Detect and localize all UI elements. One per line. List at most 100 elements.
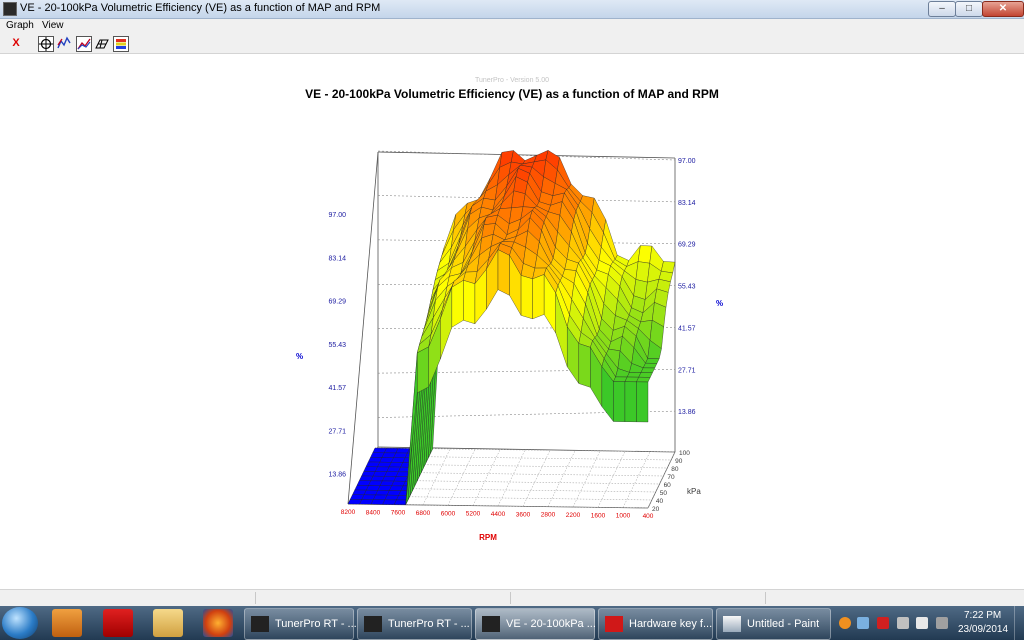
x-tick-label: 6000 (441, 510, 456, 517)
surface-skirt (532, 274, 545, 320)
y-tick-label: 80 (671, 466, 679, 473)
y-tick-label: 40 (656, 498, 664, 505)
x-tick-label: 8200 (341, 509, 356, 516)
start-button[interactable] (2, 607, 38, 639)
taskbar-item-paint[interactable]: Untitled - Paint (716, 608, 831, 640)
status-pane (255, 592, 256, 604)
x-tick-label: 7600 (391, 510, 406, 517)
window-titlebar: VE - 20-100kPa Volumetric Efficiency (VE… (0, 0, 1024, 19)
window-title: VE - 20-100kPa Volumetric Efficiency (VE… (20, 2, 381, 14)
status-bar (0, 589, 1024, 607)
z-tick-label: 83.14 (678, 200, 696, 207)
chart-surface (347, 150, 676, 505)
tray-flag-icon[interactable] (877, 617, 889, 629)
x-tick-label: 8400 (366, 509, 381, 516)
x-axis-ticks: 8200 8400 7600 6800 6000 5200 4400 3600 2800 2200… (341, 509, 654, 520)
z-tick-label: 69.29 (678, 242, 696, 249)
y-tick-label: 20 (652, 506, 660, 513)
y-tick-label: 70 (667, 474, 675, 481)
trace-graph-icon[interactable] (57, 36, 71, 50)
watermark-text: TunerPro - Version 5.00 (475, 77, 549, 84)
x-tick-label: 1600 (591, 512, 606, 519)
media-player-icon[interactable] (52, 609, 82, 637)
floor-gridline (622, 451, 651, 508)
graph-area: TunerPro - Version 5.00 VE - 20-100kPa V… (0, 54, 1024, 588)
tray-power-icon[interactable] (897, 617, 909, 629)
taskbar-item-tunerpro-1[interactable]: TunerPro RT - ... (244, 608, 357, 640)
x-tick-label: 3600 (516, 511, 531, 518)
clock-time[interactable]: 7:22 PM (964, 610, 1001, 621)
surface-skirt (417, 346, 429, 394)
tray-app-icon[interactable] (839, 617, 851, 629)
x-axis-label: RPM (479, 533, 497, 542)
target-crosshair-icon[interactable] (38, 36, 54, 52)
z-tick-label: 13.86 (328, 472, 346, 479)
chip-icon (251, 616, 269, 632)
chart-title: VE - 20-100kPa Volumetric Efficiency (VE… (305, 87, 719, 101)
surface-skirt (520, 275, 533, 320)
z-tick-label: 27.71 (678, 367, 696, 374)
floor-gridline (472, 449, 501, 506)
tray-volume-icon[interactable] (916, 617, 928, 629)
maximize-button[interactable]: □ (955, 1, 983, 17)
minimize-button[interactable]: – (928, 1, 956, 17)
menu-view[interactable]: View (42, 20, 64, 31)
color-legend-icon[interactable] (113, 36, 129, 52)
z-tick-label: 83.14 (328, 255, 346, 262)
surface-skirt (463, 280, 476, 325)
y-tick-label: 100 (679, 450, 690, 457)
close-window-button[interactable]: ✕ (982, 1, 1024, 17)
z-tick-label: 41.57 (678, 325, 696, 332)
surface-cell (645, 358, 660, 364)
surface-skirt (497, 249, 510, 296)
x-tick-label: 400 (643, 513, 654, 520)
status-pane (510, 592, 511, 604)
paint-icon (723, 616, 741, 632)
status-pane (765, 592, 766, 604)
show-desktop-button[interactable] (1014, 606, 1024, 640)
floor-gridline (572, 450, 601, 508)
chip-icon (482, 616, 500, 632)
surface-wireframe-icon[interactable] (95, 36, 109, 50)
floor-gridline (597, 451, 626, 508)
surface-cell (638, 372, 653, 378)
taskbar-item-tunerpro-2[interactable]: TunerPro RT - ... (357, 608, 472, 640)
surface-skirt (613, 381, 626, 422)
y-axis-label: kPa (687, 487, 701, 496)
chip-icon (364, 616, 382, 632)
taskbar-item-ve-graph[interactable]: VE - 20-100kPa ... (475, 608, 596, 640)
z-tick-label: 55.43 (328, 342, 346, 349)
z-tick-label: 97.00 (328, 212, 346, 219)
clock-date[interactable]: 23/09/2014 (958, 624, 1008, 635)
surface-cell (640, 367, 656, 373)
z-tick-label: 13.86 (678, 409, 696, 416)
x-tick-label: 2200 (566, 512, 581, 519)
surface-cell (635, 261, 650, 283)
menu-graph[interactable]: Graph (6, 20, 34, 31)
chart-view-icon[interactable] (76, 36, 92, 52)
app-pin-icon[interactable] (103, 609, 133, 637)
tray-device-icon[interactable] (936, 617, 948, 629)
floor-gridline (447, 449, 476, 506)
surface-skirt (624, 381, 637, 423)
surface-skirt (578, 343, 591, 388)
ve-surface-chart[interactable]: TunerPro - Version 5.00 VE - 20-100kPa V… (0, 54, 1024, 588)
firefox-icon[interactable] (203, 609, 233, 637)
surface-cell (642, 363, 658, 369)
y-tick-label: 90 (675, 458, 683, 465)
x-tick-label: 5200 (466, 511, 481, 518)
z-app-icon (605, 616, 623, 632)
z-axis-ticks-right: 13.86 27.71 41.57 55.43 69.29 83.14 97.00 (678, 158, 696, 416)
surface-cell (660, 261, 676, 274)
x-tick-label: 6800 (416, 510, 431, 517)
surface-cell (636, 377, 651, 383)
tray-network-icon[interactable] (857, 617, 869, 629)
z-tick-label: 41.57 (328, 385, 346, 392)
taskbar-item-hardware-key[interactable]: Hardware key f... (598, 608, 713, 640)
close-graph-icon[interactable]: X (9, 36, 23, 50)
folder-icon[interactable] (153, 609, 183, 637)
x-tick-label: 2800 (541, 512, 556, 519)
z-axis-label-right: % (716, 299, 723, 308)
menu-bar: Graph View (0, 19, 1024, 33)
z-tick-label: 55.43 (678, 284, 696, 291)
